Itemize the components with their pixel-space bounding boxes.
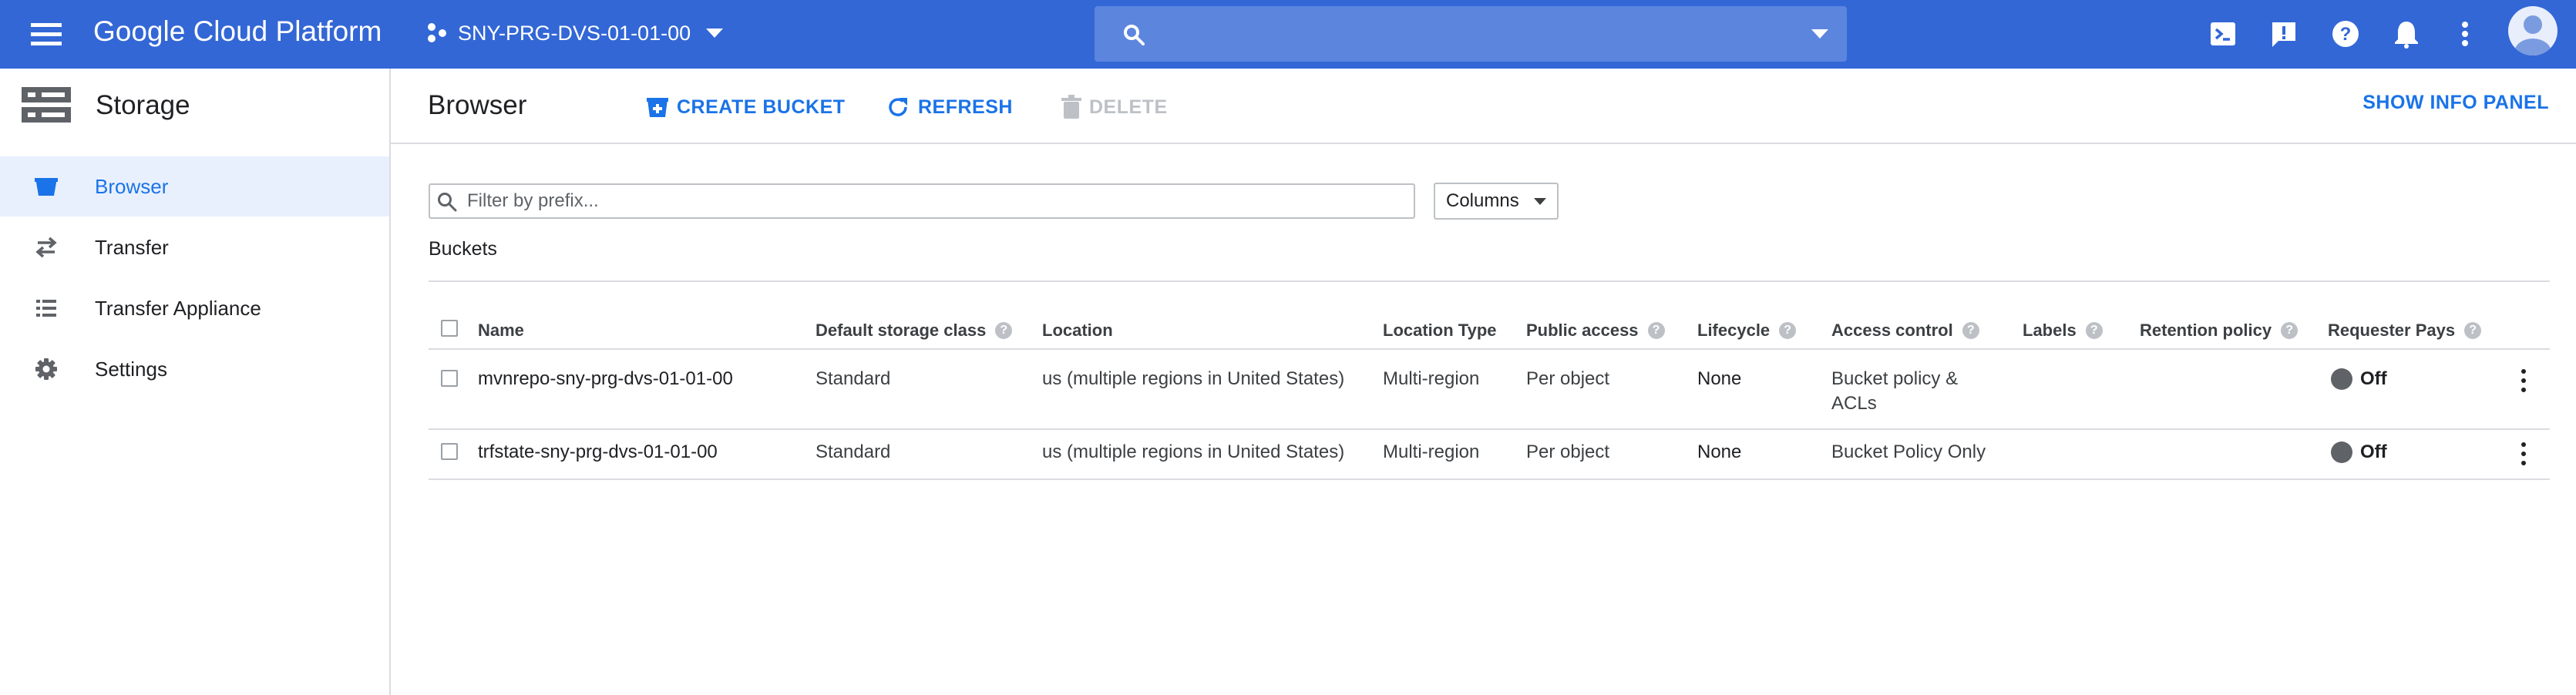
project-nodes-icon (428, 23, 446, 42)
row-more-vert-icon[interactable] (2516, 367, 2531, 395)
help-icon[interactable]: ? (1779, 322, 1797, 339)
column-header-storage-class[interactable]: Default storage class ? (816, 321, 1013, 341)
top-app-bar: Google Cloud Platform SNY-PRG-DVS-01-01-… (0, 0, 2576, 69)
sidebar-item-label: Browser (95, 174, 169, 198)
columns-dropdown[interactable]: Columns (1434, 183, 1559, 220)
help-icon[interactable]: ? (995, 322, 1013, 339)
select-all-checkbox[interactable] (441, 320, 458, 337)
refresh-label: REFRESH (918, 96, 1013, 118)
row-more-vert-icon[interactable] (2516, 440, 2531, 468)
sidebar-item-label: Settings (95, 357, 167, 381)
main-menu-icon[interactable] (28, 19, 65, 50)
column-header-retention-policy[interactable]: Retention policy ? (2140, 321, 2299, 341)
notifications-icon[interactable] (2389, 17, 2423, 51)
chevron-down-icon[interactable] (1811, 29, 1828, 39)
column-header-public-access[interactable]: Public access ? (1526, 321, 1665, 341)
column-header-access-control[interactable]: Access control ? (1831, 321, 1979, 341)
page-header: Browser CREATE BUCKET REFRESH DELETE SHO… (391, 69, 2576, 144)
appliance-list-icon (31, 293, 62, 324)
product-header: Storage (0, 69, 389, 143)
transfer-arrows-icon (31, 232, 62, 263)
columns-label: Columns (1446, 190, 1519, 211)
delete-label: DELETE (1089, 96, 1168, 118)
row-divider (429, 428, 2550, 430)
bucket-icon (31, 171, 62, 202)
delete-button[interactable]: DELETE (1061, 92, 1168, 123)
help-icon[interactable]: ? (1962, 322, 1979, 339)
project-selector[interactable]: SNY-PRG-DVS-01-01-00 (425, 14, 734, 52)
bucket-name-link[interactable]: mvnrepo-sny-prg-dvs-01-01-00 (478, 367, 733, 391)
column-header-labels[interactable]: Labels ? (2023, 321, 2103, 341)
status-dot-icon (2331, 442, 2352, 463)
access-control-cell: Bucket policy & ACLs (1831, 368, 1959, 414)
sidebar-item-browser[interactable]: Browser (0, 156, 389, 217)
add-bucket-icon (647, 98, 668, 117)
left-nav: Storage Browser Transfer Transfer Applia… (0, 69, 391, 695)
trash-icon (1061, 95, 1081, 119)
requester-pays-status: Off (2331, 367, 2387, 391)
sidebar-item-label: Transfer (95, 235, 169, 259)
storage-class-cell: Standard (816, 442, 891, 462)
storage-icon (22, 87, 71, 123)
divider (429, 280, 2550, 282)
row-checkbox[interactable] (441, 370, 458, 387)
cloud-shell-icon[interactable] (2206, 17, 2240, 51)
feedback-icon[interactable] (2267, 17, 2301, 51)
storage-class-cell: Standard (816, 368, 891, 389)
row-divider (429, 478, 2550, 480)
requester-pays-status: Off (2331, 440, 2387, 465)
column-header-location[interactable]: Location (1042, 321, 1113, 341)
section-title: Buckets (429, 238, 497, 260)
sidebar-item-label: Transfer Appliance (95, 296, 261, 320)
product-title: Storage (96, 90, 190, 120)
column-header-requester-pays[interactable]: Requester Pays ? (2328, 321, 2482, 341)
page-title: Browser (428, 90, 527, 120)
search-icon (438, 193, 457, 212)
project-name: SNY-PRG-DVS-01-01-00 (458, 21, 691, 45)
help-icon[interactable]: ? (1647, 322, 1665, 339)
location-cell: us (multiple regions in United States) (1042, 442, 1345, 462)
column-header-location-type[interactable]: Location Type (1383, 321, 1497, 341)
search-input[interactable] (1095, 6, 1847, 62)
sidebar-item-transfer[interactable]: Transfer (0, 217, 389, 277)
help-icon[interactable]: ? (2464, 322, 2482, 339)
status-dot-icon (2331, 368, 2352, 390)
refresh-icon (889, 98, 907, 116)
filter-input[interactable] (467, 188, 1400, 214)
search-icon (1124, 25, 1145, 45)
more-vert-icon[interactable] (2448, 17, 2482, 51)
help-icon[interactable]: ? (2085, 322, 2103, 339)
sidebar-item-transfer-appliance[interactable]: Transfer Appliance (0, 278, 389, 338)
app-title[interactable]: Google Cloud Platform (93, 15, 382, 48)
create-bucket-button[interactable]: CREATE BUCKET (646, 92, 846, 123)
help-icon[interactable]: ? (2281, 322, 2299, 339)
bucket-name-link[interactable]: trfstate-sny-prg-dvs-01-01-00 (478, 440, 718, 465)
row-checkbox[interactable] (441, 443, 458, 460)
filter-field[interactable] (429, 183, 1415, 219)
column-header-lifecycle[interactable]: Lifecycle ? (1697, 321, 1797, 341)
help-icon[interactable]: ? (2329, 17, 2362, 51)
column-header-name[interactable]: Name (478, 321, 524, 341)
lifecycle-cell: None (1697, 368, 1742, 389)
refresh-button[interactable]: REFRESH (886, 92, 1013, 123)
svg-text:?: ? (2340, 24, 2352, 45)
sidebar-item-settings[interactable]: Settings (0, 339, 389, 399)
show-info-panel-button[interactable]: SHOW INFO PANEL (2362, 92, 2549, 114)
account-avatar[interactable] (2508, 6, 2558, 55)
public-access-cell: Per object (1526, 368, 1610, 389)
chevron-down-icon (706, 29, 724, 38)
create-bucket-label: CREATE BUCKET (677, 96, 846, 118)
table-header-divider (429, 348, 2550, 350)
location-cell: us (multiple regions in United States) (1042, 368, 1345, 389)
chevron-down-icon (1534, 198, 1546, 205)
lifecycle-cell: None (1697, 442, 1742, 462)
location-type-cell: Multi-region (1383, 368, 1480, 389)
access-control-cell: Bucket Policy Only (1831, 442, 1986, 462)
gear-icon (31, 354, 62, 384)
public-access-cell: Per object (1526, 442, 1610, 462)
location-type-cell: Multi-region (1383, 442, 1480, 462)
